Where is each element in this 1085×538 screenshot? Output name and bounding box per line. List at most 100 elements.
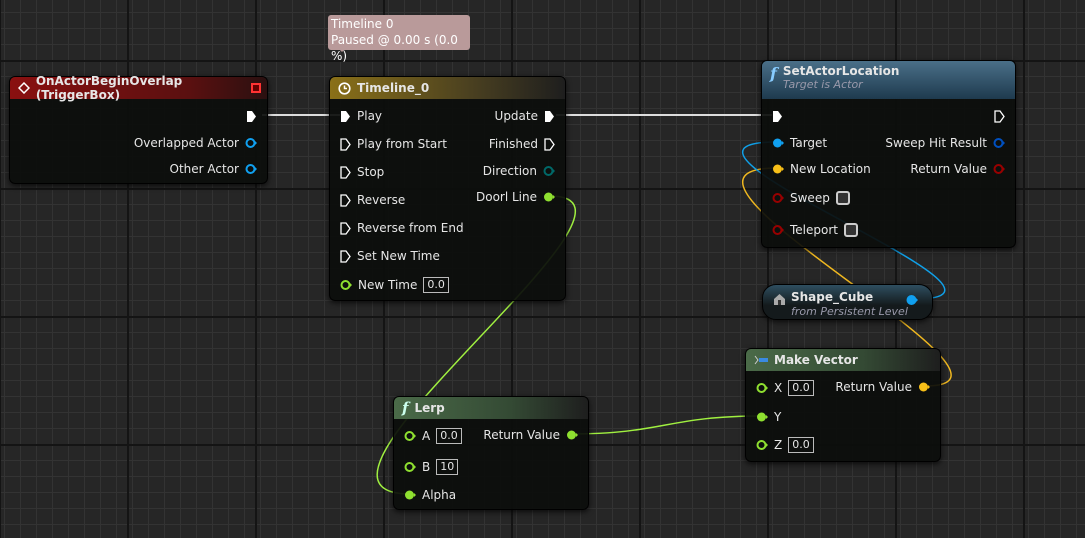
shape-cube-reference-node[interactable]: Shape_Cube from Persistent Level xyxy=(762,284,933,320)
pin-label: Reverse from End xyxy=(357,221,464,235)
make-struct-icon xyxy=(754,355,768,365)
pin-label: Finished xyxy=(488,137,538,151)
pin-label: Stop xyxy=(357,165,385,179)
float-pin-empty-icon xyxy=(756,440,768,450)
a-input[interactable]: 0.0 xyxy=(436,428,462,444)
bool-pin-empty-icon xyxy=(993,164,1005,174)
exec-out-pin[interactable] xyxy=(246,107,257,125)
float-pin-filled-icon xyxy=(567,430,578,440)
pin-label: Return Value xyxy=(910,162,987,176)
set-actor-location-node[interactable]: f SetActorLocation Target is Actor Target… xyxy=(761,60,1016,248)
pin-reverse[interactable]: Reverse xyxy=(340,191,405,209)
pin-label: Set New Time xyxy=(357,249,440,263)
exec-pin-filled-icon xyxy=(773,110,782,122)
pin-doorl-line[interactable]: Doorl Line xyxy=(476,188,555,206)
node-title: Make Vector xyxy=(774,353,858,367)
exec-pin-empty-icon xyxy=(340,221,351,235)
pin-label: Target xyxy=(790,136,828,150)
node-title: Timeline_0 xyxy=(357,81,430,95)
exec-pin-empty-icon xyxy=(340,193,351,207)
pin-sweep[interactable]: Sweep xyxy=(772,189,850,207)
pin-label: Y xyxy=(774,410,782,424)
z-input[interactable]: 0.0 xyxy=(788,437,814,453)
pin-sweep-hit-result[interactable]: Sweep Hit Result xyxy=(885,134,1005,152)
float-pin-empty-icon xyxy=(756,383,768,393)
pin-label: New Location xyxy=(790,162,871,176)
tooltip-title: Timeline 0 xyxy=(331,17,394,31)
function-icon: f xyxy=(402,399,409,417)
pin-overlapped-actor[interactable]: Overlapped Actor xyxy=(134,134,257,152)
pin-return-value[interactable]: Return Value xyxy=(483,426,578,444)
actor-reference-icon xyxy=(774,294,785,305)
node-title: SetActorLocation xyxy=(782,64,900,78)
vector-pin-filled-icon xyxy=(919,382,930,392)
node-title: OnActorBeginOverlap (TriggerBox) xyxy=(35,74,183,102)
pin-set-new-time[interactable]: Set New Time xyxy=(340,247,440,265)
exec-in-pin[interactable] xyxy=(772,107,783,125)
node-title: Shape_Cube xyxy=(791,290,874,304)
clock-icon xyxy=(338,81,351,95)
pin-play-from-start[interactable]: Play from Start xyxy=(340,135,447,153)
pin-label: Direction xyxy=(482,164,537,178)
teleport-checkbox[interactable] xyxy=(844,223,858,237)
function-icon: f xyxy=(770,64,777,83)
pin-other-actor[interactable]: Other Actor xyxy=(170,160,257,178)
lerp-node[interactable]: f Lerp A 0.0 B 10 Alpha Return Value xyxy=(393,396,589,510)
object-pin-filled-icon[interactable] xyxy=(906,294,918,306)
object-pin-filled-icon xyxy=(773,138,784,148)
b-input[interactable]: 10 xyxy=(436,459,459,475)
pin-teleport[interactable]: Teleport xyxy=(772,221,858,239)
exec-pin-filled-icon xyxy=(247,110,256,122)
pin-label: Sweep Hit Result xyxy=(885,136,987,150)
pin-reverse-from-end[interactable]: Reverse from End xyxy=(340,219,464,237)
pin-return-value[interactable]: Return Value xyxy=(910,160,1005,178)
pin-label: New Time xyxy=(358,278,418,292)
new-time-input[interactable]: 0.0 xyxy=(423,277,449,293)
pin-a[interactable]: A 0.0 xyxy=(404,427,462,445)
pin-label: Overlapped Actor xyxy=(133,136,239,150)
exec-pin-filled-icon xyxy=(341,110,350,122)
pin-new-location[interactable]: New Location xyxy=(772,160,871,178)
node-subtitle: from Persistent Level xyxy=(791,305,908,318)
pin-update[interactable]: Update xyxy=(495,107,555,125)
exec-pin-empty-icon xyxy=(340,249,351,263)
event-node-on-actor-begin-overlap[interactable]: OnActorBeginOverlap (TriggerBox) Overlap… xyxy=(9,74,268,184)
timeline-node[interactable]: Timeline_0 Play Play from Start Stop Rev… xyxy=(329,76,566,301)
pin-label: Teleport xyxy=(790,223,838,237)
pin-finished[interactable]: Finished xyxy=(489,135,555,153)
timeline-tooltip: Timeline 0 Paused @ 0.00 s (0.0 %) xyxy=(328,15,470,63)
struct-pin-empty-icon xyxy=(993,138,1005,148)
x-input[interactable]: 0.0 xyxy=(788,380,814,396)
pin-stop[interactable]: Stop xyxy=(340,163,384,181)
pin-b[interactable]: B 10 xyxy=(404,458,459,476)
event-breakpoint-icon xyxy=(251,83,261,93)
pin-x[interactable]: X 0.0 xyxy=(756,379,814,397)
float-pin-filled-icon xyxy=(544,192,555,202)
bool-pin-empty-icon xyxy=(772,193,784,203)
exec-pin-filled-icon xyxy=(545,110,554,122)
pin-new-time[interactable]: New Time 0.0 xyxy=(340,276,449,294)
pin-direction[interactable]: Direction xyxy=(483,162,555,180)
bool-pin-empty-icon xyxy=(772,225,784,235)
pin-label: X xyxy=(774,381,783,395)
pin-z[interactable]: Z 0.0 xyxy=(756,436,814,454)
node-title: Lerp xyxy=(414,401,445,415)
event-diamond-icon xyxy=(18,82,30,94)
pin-y[interactable]: Y xyxy=(756,408,781,426)
exec-out-pin[interactable] xyxy=(994,107,1005,125)
pin-alpha[interactable]: Alpha xyxy=(404,486,456,504)
sweep-checkbox[interactable] xyxy=(835,191,850,205)
pin-label: Sweep xyxy=(790,191,830,205)
enum-pin-empty-icon xyxy=(543,166,555,176)
pin-return-value[interactable]: Return Value xyxy=(835,378,930,396)
pin-label: A xyxy=(422,429,431,443)
pin-label: B xyxy=(422,460,431,474)
pin-label: Update xyxy=(494,109,538,123)
make-vector-node[interactable]: Make Vector X 0.0 Y Z 0.0 Return Value xyxy=(745,348,941,462)
node-subtitle: Target is Actor xyxy=(782,78,863,91)
pin-target[interactable]: Target xyxy=(772,134,827,152)
pin-label: Z xyxy=(774,438,783,452)
float-pin-empty-icon xyxy=(404,462,416,472)
pin-play[interactable]: Play xyxy=(340,107,382,125)
pin-label: Reverse xyxy=(357,193,406,207)
